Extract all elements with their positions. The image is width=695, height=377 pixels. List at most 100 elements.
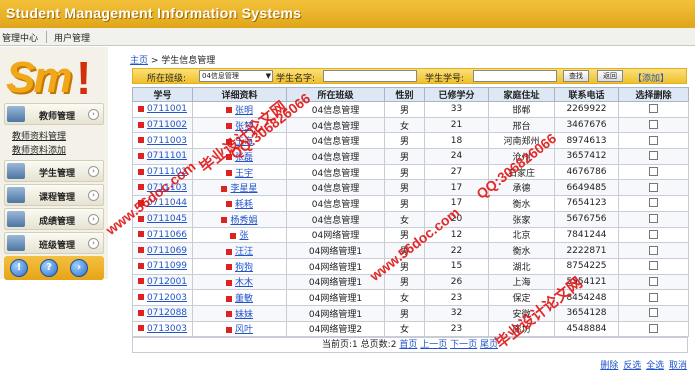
student-name-link[interactable]: 张磊	[235, 153, 253, 163]
col-header-sex[interactable]: 性别	[384, 87, 425, 102]
student-id-link[interactable]: 0711001	[147, 104, 187, 114]
next-page-link[interactable]: 下一页	[450, 340, 477, 350]
col-header-details[interactable]: 详细资料	[192, 87, 287, 102]
col-header-class[interactable]: 所在班级	[286, 87, 385, 102]
delete-checkbox[interactable]	[649, 276, 658, 286]
col-header-phone[interactable]: 联系电话	[554, 87, 619, 102]
delete-checkbox[interactable]	[649, 104, 658, 114]
student-id-link[interactable]: 0711103	[147, 183, 187, 193]
expand-icon[interactable]	[137, 137, 144, 144]
student-name-link[interactable]: 木木	[235, 278, 253, 288]
col-header-credits[interactable]: 已修学分	[424, 87, 489, 102]
sublink-teacher-info-add[interactable]: 教师资料添加	[12, 143, 66, 156]
expand-icon[interactable]	[137, 262, 144, 269]
expand-icon[interactable]	[137, 168, 144, 175]
student-id-link[interactable]: 0711099	[147, 261, 187, 271]
student-name-link[interactable]: 张	[239, 231, 248, 241]
name-input[interactable]	[323, 70, 417, 82]
last-page-link[interactable]: 尾页	[480, 340, 498, 350]
expand-icon[interactable]	[221, 185, 228, 192]
student-id-link[interactable]: 0711066	[147, 230, 187, 240]
breadcrumb-home-link[interactable]: 主页	[130, 56, 148, 66]
expand-icon[interactable]	[225, 295, 232, 302]
delete-checkbox[interactable]	[649, 229, 658, 239]
add-link[interactable]: 【添加】	[633, 71, 669, 84]
col-header-id[interactable]: 学号	[132, 87, 193, 102]
expand-icon[interactable]	[225, 311, 232, 318]
student-name-link[interactable]: 狗狗	[235, 263, 253, 273]
delete-checkbox[interactable]	[649, 308, 658, 318]
student-id-link[interactable]: 0712001	[147, 277, 187, 287]
menu-item-admin-center[interactable]: 管理中心	[2, 31, 38, 44]
alert-icon[interactable]: !	[10, 259, 28, 277]
expand-icon[interactable]	[137, 121, 144, 128]
delete-checkbox[interactable]	[649, 292, 658, 302]
forward-icon[interactable]: ›	[70, 259, 88, 277]
student-id-link[interactable]: 0711044	[147, 198, 187, 208]
student-id-link[interactable]: 0711102	[147, 167, 187, 177]
expand-icon[interactable]	[137, 215, 144, 222]
nav-class-management[interactable]: 班级管理 ›	[4, 232, 104, 254]
delete-checkbox[interactable]	[649, 120, 658, 130]
nav-student-management[interactable]: 学生管理 ›	[4, 160, 104, 182]
col-header-address[interactable]: 家庭住址	[488, 87, 555, 102]
expand-icon[interactable]	[137, 278, 144, 285]
delete-link[interactable]: 删除	[600, 361, 618, 371]
nav-course-management[interactable]: 课程管理 ›	[4, 184, 104, 206]
expand-icon[interactable]	[137, 152, 144, 159]
class-select[interactable]: 04信息管理 ▼	[199, 70, 273, 82]
select-all-link[interactable]: 全选	[646, 361, 664, 371]
delete-checkbox[interactable]	[649, 198, 658, 208]
expand-icon[interactable]	[137, 105, 144, 112]
expand-icon[interactable]	[225, 170, 232, 177]
prev-page-link[interactable]: 上一页	[420, 340, 447, 350]
expand-icon[interactable]	[137, 309, 144, 316]
delete-checkbox[interactable]	[649, 261, 658, 271]
student-name-link[interactable]: 王宇	[235, 169, 253, 179]
delete-checkbox[interactable]	[649, 245, 658, 255]
delete-checkbox[interactable]	[649, 182, 658, 192]
delete-checkbox[interactable]	[649, 135, 658, 145]
expand-icon[interactable]	[137, 294, 144, 301]
expand-icon[interactable]	[137, 199, 144, 206]
delete-checkbox[interactable]	[649, 151, 658, 161]
back-button[interactable]: 返回	[597, 70, 623, 82]
nav-teacher-management[interactable]: 教师管理 ›	[4, 103, 104, 125]
student-name-link[interactable]: 汪汪	[235, 247, 253, 257]
expand-icon[interactable]	[225, 201, 232, 208]
expand-icon[interactable]	[225, 154, 232, 161]
student-id-link[interactable]: 0711101	[147, 151, 187, 161]
student-id-link[interactable]: 0711069	[147, 246, 187, 256]
student-id-link[interactable]: 0711045	[147, 214, 187, 224]
help-icon[interactable]: ?	[40, 259, 58, 277]
expand-icon[interactable]	[225, 138, 232, 145]
student-name-link[interactable]: 耗耗	[235, 200, 253, 210]
delete-checkbox[interactable]	[649, 214, 658, 224]
student-id-link[interactable]: 0712003	[147, 293, 187, 303]
sublink-teacher-info-manage[interactable]: 教师资料管理	[12, 129, 66, 142]
student-id-link[interactable]: 0711002	[147, 120, 187, 130]
delete-checkbox[interactable]	[649, 323, 658, 333]
expand-icon[interactable]	[225, 248, 232, 255]
expand-icon[interactable]	[225, 123, 232, 130]
expand-icon[interactable]	[225, 326, 232, 333]
expand-icon[interactable]	[230, 232, 237, 239]
student-name-link[interactable]: 张明	[235, 106, 253, 116]
student-name-link[interactable]: 王海	[235, 137, 253, 147]
student-id-link[interactable]: 0713003	[147, 324, 187, 334]
student-id-link[interactable]: 0711003	[147, 136, 187, 146]
expand-icon[interactable]	[137, 184, 144, 191]
expand-icon[interactable]	[137, 247, 144, 254]
menu-item-user-management[interactable]: 用户管理	[54, 31, 90, 44]
invert-select-link[interactable]: 反选	[623, 361, 641, 371]
student-name-link[interactable]: 风叶	[235, 325, 253, 335]
expand-icon[interactable]	[225, 264, 232, 271]
nav-score-management[interactable]: 成绩管理 ›	[4, 208, 104, 230]
expand-icon[interactable]	[225, 279, 232, 286]
student-name-link[interactable]: 妹妹	[235, 310, 253, 320]
student-id-input[interactable]	[473, 70, 557, 82]
expand-icon[interactable]	[225, 107, 232, 114]
delete-checkbox[interactable]	[649, 167, 658, 177]
student-name-link[interactable]: 张梦	[235, 122, 253, 132]
student-id-link[interactable]: 0712088	[147, 308, 187, 318]
